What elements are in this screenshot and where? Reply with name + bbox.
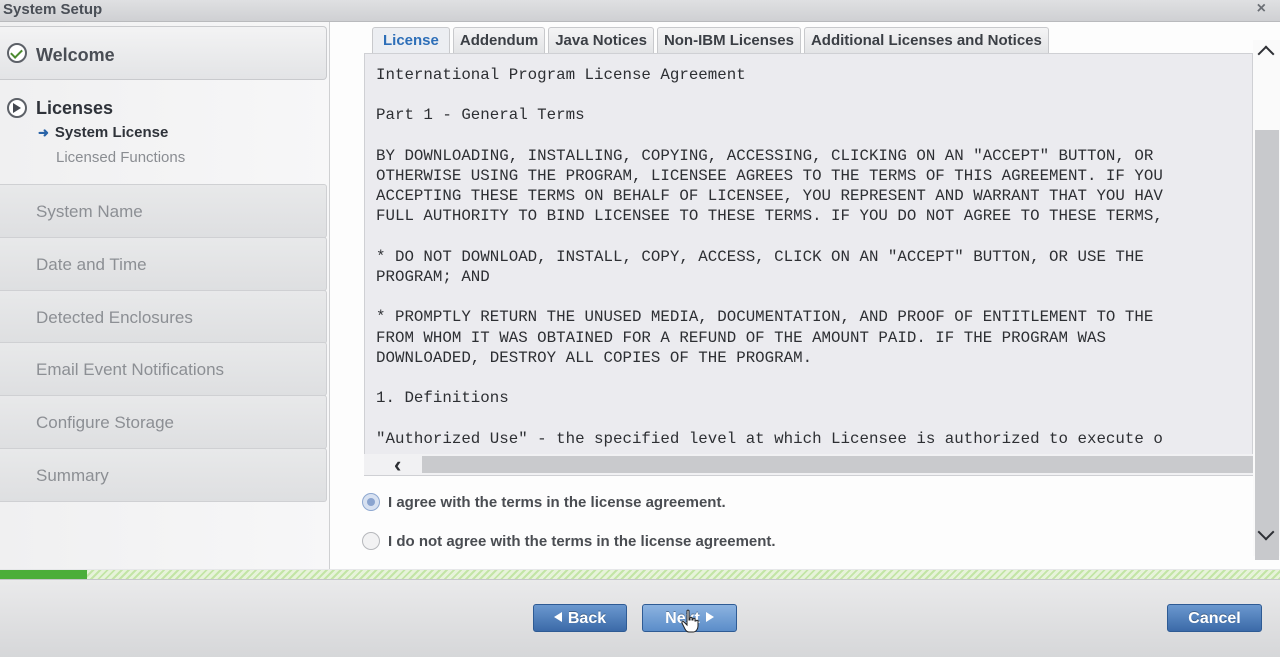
wizard-sidebar: Welcome Licenses ➜ System License License… xyxy=(0,22,330,569)
step-label: Configure Storage xyxy=(36,413,174,432)
step-email-event-notifications: Email Event Notifications xyxy=(0,342,327,396)
tab-addendum[interactable]: Addendum xyxy=(452,27,546,53)
back-button-label: Back xyxy=(567,610,607,627)
step-welcome-label: Welcome xyxy=(36,45,115,65)
cancel-button-label: Cancel xyxy=(1188,610,1241,627)
chevron-up-icon[interactable] xyxy=(1257,42,1275,60)
step-label: Detected Enclosures xyxy=(36,308,193,327)
license-tabs: License Addendum Java Notices Non-IBM Li… xyxy=(372,27,1052,53)
wizard-progress-bar xyxy=(0,570,1280,579)
step-configure-storage: Configure Storage xyxy=(0,395,327,449)
step-detected-enclosures: Detected Enclosures xyxy=(0,290,327,344)
close-icon[interactable]: × xyxy=(1257,0,1266,18)
step-date-and-time: Date and Time xyxy=(0,237,327,291)
step-welcome[interactable]: Welcome xyxy=(0,26,327,80)
agree-label: I agree with the terms in the license ag… xyxy=(388,493,726,511)
step-label: System Name xyxy=(36,202,143,221)
substep-system-license-label: System License xyxy=(54,124,169,141)
step-system-name: System Name xyxy=(0,184,327,238)
horizontal-scrollbar[interactable]: ‹ xyxy=(364,452,1253,478)
vertical-scrollbar[interactable] xyxy=(1253,40,1280,560)
chevron-down-icon[interactable] xyxy=(1257,526,1275,544)
disagree-label: I do not agree with the terms in the lic… xyxy=(388,532,776,550)
substep-system-license[interactable]: ➜ System License xyxy=(38,124,168,141)
agree-option[interactable]: I agree with the terms in the license ag… xyxy=(362,491,726,513)
tab-non-ibm-licenses[interactable]: Non-IBM Licenses xyxy=(656,27,801,53)
step-licenses[interactable]: Licenses ➜ System License Licensed Functi… xyxy=(0,84,327,182)
step-label: Summary xyxy=(36,466,109,485)
horizontal-scroll-thumb[interactable] xyxy=(422,456,1253,473)
chevron-left-icon[interactable]: ‹ xyxy=(394,452,401,478)
step-label: Email Event Notifications xyxy=(36,360,225,379)
agree-radio[interactable] xyxy=(362,493,380,511)
current-step-arrow-icon xyxy=(7,98,27,118)
hand-pointer-icon xyxy=(681,609,699,633)
arrow-right-icon: ➜ xyxy=(38,125,49,140)
back-arrow-icon xyxy=(553,612,562,622)
window-title: System Setup xyxy=(3,1,103,18)
disagree-radio[interactable] xyxy=(362,532,380,550)
step-label: Date and Time xyxy=(36,255,147,274)
back-button[interactable]: Back xyxy=(533,604,627,632)
license-text: International Program License Agreement … xyxy=(376,66,1163,448)
step-licenses-label: Licenses xyxy=(36,98,114,118)
disagree-option[interactable]: I do not agree with the terms in the lic… xyxy=(362,530,776,552)
progress-fill xyxy=(0,570,88,579)
step-summary: Summary xyxy=(0,448,327,502)
title-bar: System Setup × xyxy=(0,0,1280,22)
check-circle-icon xyxy=(7,43,27,63)
next-arrow-icon xyxy=(705,612,714,622)
cancel-button[interactable]: Cancel xyxy=(1167,604,1262,632)
tab-java-notices[interactable]: Java Notices xyxy=(548,27,654,53)
tab-additional-licenses[interactable]: Additional Licenses and Notices xyxy=(803,27,1049,53)
wizard-footer: Back Next Cancel xyxy=(0,579,1280,657)
license-text-area[interactable]: International Program License Agreement … xyxy=(364,53,1253,476)
system-setup-dialog: System Setup × Welcome Licenses ➜ System … xyxy=(0,0,1280,657)
substep-licensed-functions: Licensed Functions xyxy=(56,149,186,166)
tab-license[interactable]: License xyxy=(372,27,450,53)
vertical-scroll-thumb[interactable] xyxy=(1255,130,1279,560)
